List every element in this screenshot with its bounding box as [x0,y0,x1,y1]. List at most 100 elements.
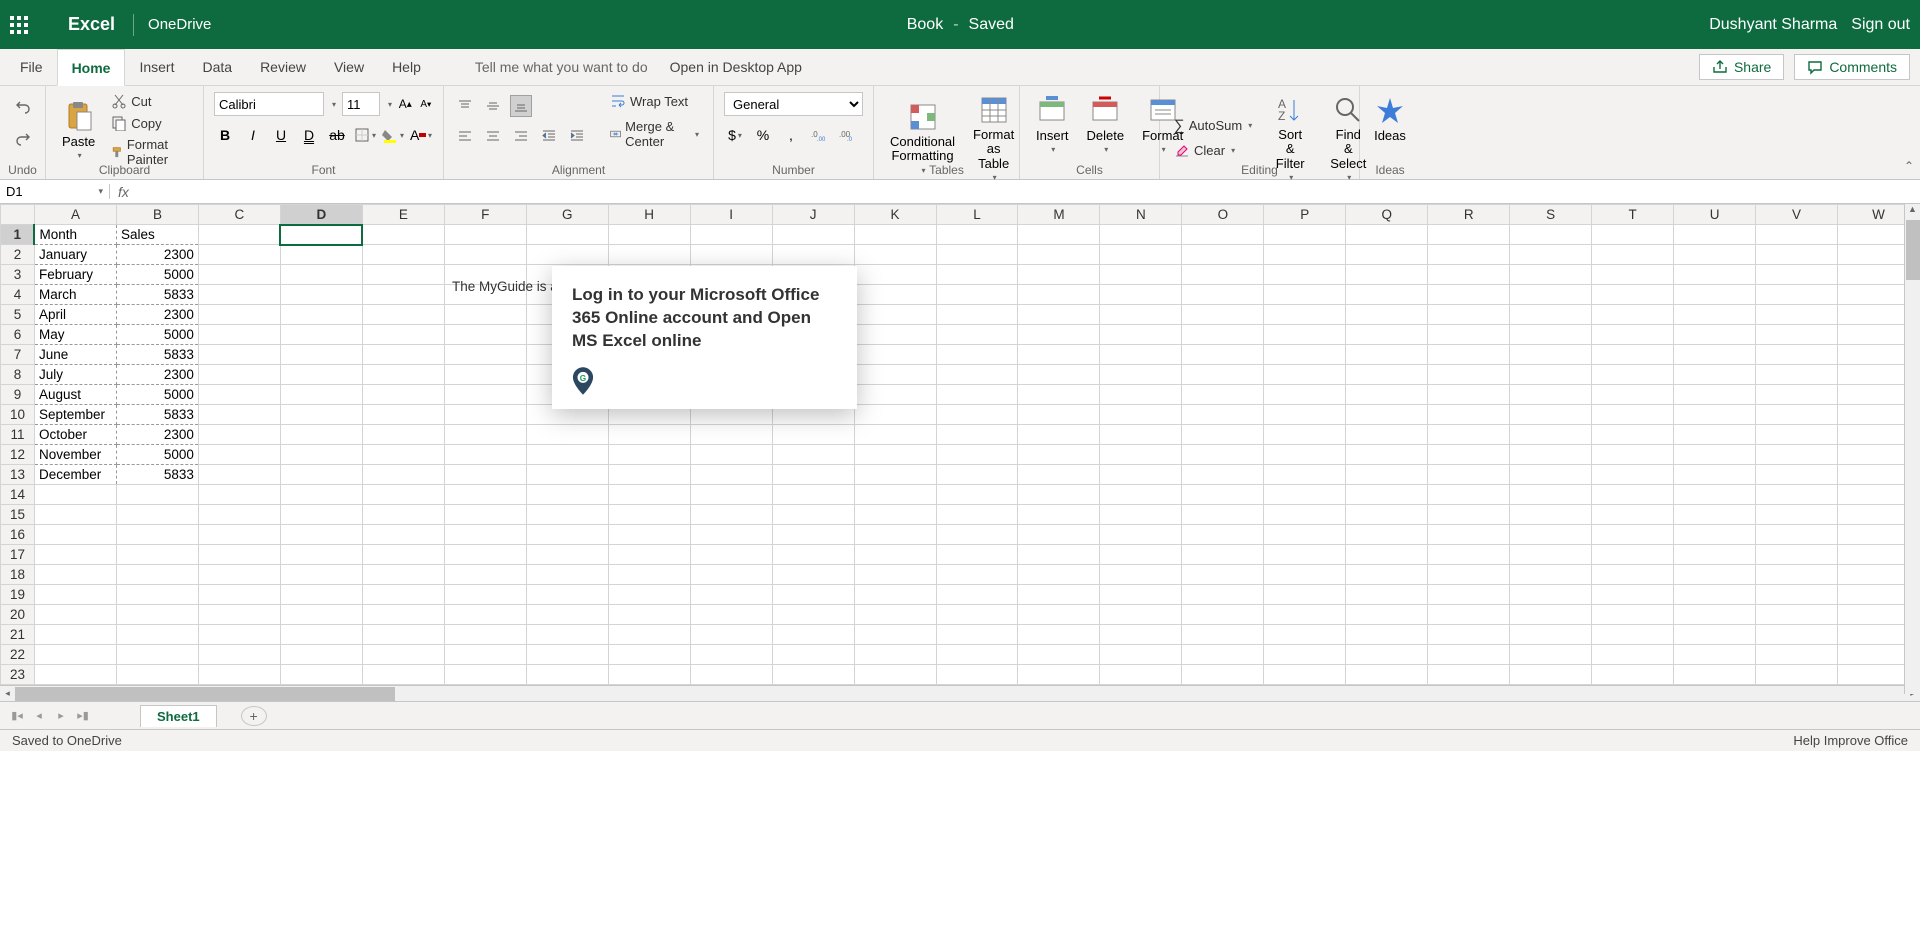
cell-S13[interactable] [1510,465,1592,485]
cell-N23[interactable] [1100,665,1182,685]
cell-J21[interactable] [772,625,854,645]
cell-S21[interactable] [1510,625,1592,645]
cell-T3[interactable] [1592,265,1674,285]
cell-Q17[interactable] [1346,545,1428,565]
cell-I11[interactable] [690,425,772,445]
font-color-button[interactable]: A▾ [410,124,432,146]
cell-C13[interactable] [198,465,280,485]
cell-E10[interactable] [362,405,444,425]
cell-O3[interactable] [1182,265,1264,285]
cell-D23[interactable] [280,665,362,685]
cell-G18[interactable] [526,565,608,585]
cell-N12[interactable] [1100,445,1182,465]
cell-B2[interactable]: 2300 [116,245,198,265]
cell-A23[interactable] [34,665,116,685]
align-top-button[interactable] [454,95,476,117]
cell-C10[interactable] [198,405,280,425]
cell-Q15[interactable] [1346,505,1428,525]
cell-A15[interactable] [34,505,116,525]
increase-decimal-button[interactable]: .0.00 [808,124,830,146]
decrease-decimal-button[interactable]: .00.0 [836,124,858,146]
cell-G14[interactable] [526,485,608,505]
cell-E5[interactable] [362,305,444,325]
row-header-15[interactable]: 15 [1,505,35,525]
cell-L2[interactable] [936,245,1018,265]
cell-E7[interactable] [362,345,444,365]
cell-V16[interactable] [1756,525,1838,545]
cell-V12[interactable] [1756,445,1838,465]
cell-D13[interactable] [280,465,362,485]
cell-J16[interactable] [772,525,854,545]
col-header-F[interactable]: F [444,205,526,225]
cell-F5[interactable] [444,305,526,325]
cell-C19[interactable] [198,585,280,605]
scroll-thumb-h[interactable] [15,687,395,701]
cell-T18[interactable] [1592,565,1674,585]
cell-R18[interactable] [1428,565,1510,585]
cell-F17[interactable] [444,545,526,565]
cell-V22[interactable] [1756,645,1838,665]
cell-O2[interactable] [1182,245,1264,265]
cell-J17[interactable] [772,545,854,565]
cell-A21[interactable] [34,625,116,645]
cell-U13[interactable] [1674,465,1756,485]
cell-T11[interactable] [1592,425,1674,445]
cell-A8[interactable]: July [34,365,116,385]
cell-F22[interactable] [444,645,526,665]
cell-F13[interactable] [444,465,526,485]
cell-B5[interactable]: 2300 [116,305,198,325]
cell-H16[interactable] [608,525,690,545]
cell-M20[interactable] [1018,605,1100,625]
chevron-down-icon[interactable]: ▾ [388,100,392,109]
cell-B3[interactable]: 5000 [116,265,198,285]
cell-N4[interactable] [1100,285,1182,305]
cell-E20[interactable] [362,605,444,625]
cell-Q3[interactable] [1346,265,1428,285]
cell-H17[interactable] [608,545,690,565]
cell-P5[interactable] [1264,305,1346,325]
cell-O22[interactable] [1182,645,1264,665]
cell-F19[interactable] [444,585,526,605]
ideas-button[interactable]: Ideas [1370,92,1410,145]
cell-U22[interactable] [1674,645,1756,665]
cell-J11[interactable] [772,425,854,445]
align-center-button[interactable] [482,125,504,147]
cell-V23[interactable] [1756,665,1838,685]
row-header-7[interactable]: 7 [1,345,35,365]
cell-V3[interactable] [1756,265,1838,285]
cell-K2[interactable] [854,245,936,265]
cell-V1[interactable] [1756,225,1838,245]
cell-K12[interactable] [854,445,936,465]
cell-K18[interactable] [854,565,936,585]
cell-N17[interactable] [1100,545,1182,565]
col-header-M[interactable]: M [1018,205,1100,225]
cell-V13[interactable] [1756,465,1838,485]
cell-N11[interactable] [1100,425,1182,445]
cell-O16[interactable] [1182,525,1264,545]
cell-V17[interactable] [1756,545,1838,565]
cell-V4[interactable] [1756,285,1838,305]
cell-I2[interactable] [690,245,772,265]
cell-D14[interactable] [280,485,362,505]
cell-P1[interactable] [1264,225,1346,245]
cell-M5[interactable] [1018,305,1100,325]
cell-Q11[interactable] [1346,425,1428,445]
tab-review[interactable]: Review [246,49,320,86]
cell-I12[interactable] [690,445,772,465]
cell-T4[interactable] [1592,285,1674,305]
cell-D8[interactable] [280,365,362,385]
cell-U14[interactable] [1674,485,1756,505]
cell-Q5[interactable] [1346,305,1428,325]
cell-I17[interactable] [690,545,772,565]
tab-file[interactable]: File [6,49,57,86]
cell-U17[interactable] [1674,545,1756,565]
cell-O1[interactable] [1182,225,1264,245]
cell-R2[interactable] [1428,245,1510,265]
cell-R21[interactable] [1428,625,1510,645]
insert-cells-button[interactable]: Insert▾ [1030,92,1075,156]
cell-S9[interactable] [1510,385,1592,405]
cell-Q18[interactable] [1346,565,1428,585]
cell-N5[interactable] [1100,305,1182,325]
cell-R3[interactable] [1428,265,1510,285]
cell-R6[interactable] [1428,325,1510,345]
